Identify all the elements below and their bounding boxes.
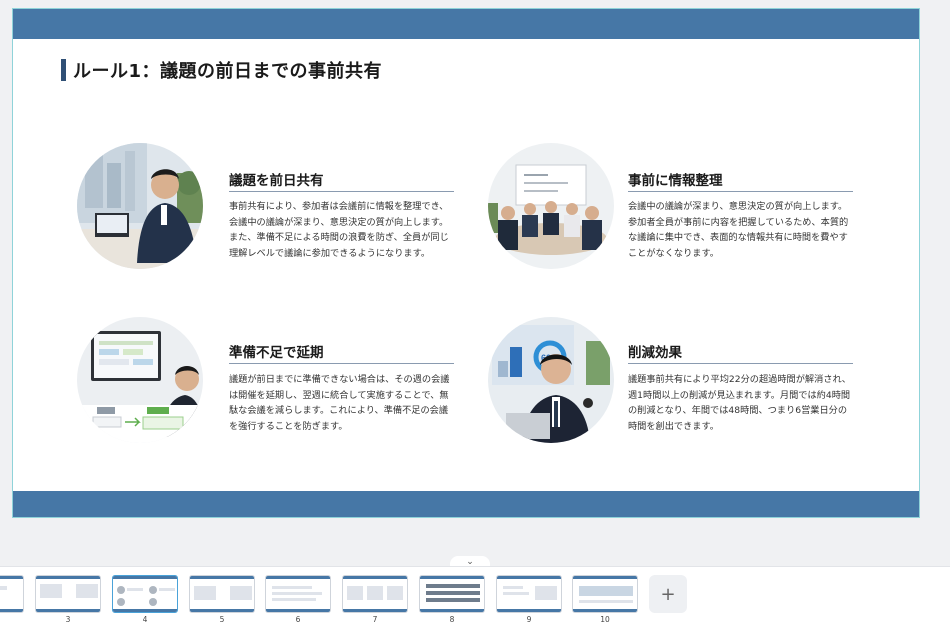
card-body: 事前共有により、参加者は会議前に情報を整理でき、会議中の議論が深まり、意思決定の… [229,201,449,259]
slide-number: 5 [219,615,225,624]
slide-filmstrip: 3 4 5 6 7 8 9 10 + [0,566,950,632]
meeting-room-photo [488,143,614,269]
slide-number: 9 [526,615,532,624]
card-heading: 準備不足で延期 [229,345,324,361]
slide-thumbnail[interactable]: 5 [189,575,255,624]
slide-thumbnail[interactable]: 9 [496,575,562,624]
slide-number: 10 [600,615,610,624]
slide-thumbnail[interactable]: 7 [342,575,408,624]
slide-header-band [13,9,919,39]
schedule-screen-photo [77,317,203,443]
card-divider [229,191,454,192]
slide-title[interactable]: ルール1：議題の前日までの事前共有 [73,57,382,83]
slide-thumbnail-partial[interactable] [0,575,24,623]
businessman-laptop-photo [77,143,203,269]
slide-number: 7 [372,615,378,624]
card-divider [628,191,853,192]
slide-thumbnail-selected[interactable]: 4 [112,575,178,624]
slide-thumbnail[interactable]: 3 [35,575,101,624]
title-accent-bar [61,59,66,81]
card-body: 議題事前共有により平均22分の超過時間が解消され、週1時間以上の削減が見込まれま… [628,374,851,432]
slide-thumbnail[interactable]: 10 [572,575,638,624]
card-body: 議題が前日までに準備できない場合は、その週の会議は開催を延期し、翌週に統合して実… [229,374,450,432]
slide-number: 8 [449,615,455,624]
slide-number: 6 [295,615,301,624]
card-divider [229,363,454,364]
slide-number: 3 [65,615,71,624]
businessman-watch-photo: 60% [488,317,614,443]
add-slide-button[interactable]: + [649,575,687,613]
slide-thumbnail[interactable]: 8 [419,575,485,624]
card-divider [628,363,853,364]
card-heading: 削減効果 [628,345,682,361]
card-body: 会議中の議論が深まり、意思決定の質が向上します。参加者全員が事前に内容を把握して… [628,201,849,259]
slide-footer-band [13,491,919,517]
slide-canvas[interactable]: ルール1：議題の前日までの事前共有 議題を前日共有 事前共有により、参加者は会議… [12,8,920,518]
card-heading: 議題を前日共有 [229,173,324,189]
card-heading: 事前に情報整理 [628,173,723,189]
slide-number: 4 [142,615,148,624]
slide-thumbnail[interactable]: 6 [265,575,331,624]
